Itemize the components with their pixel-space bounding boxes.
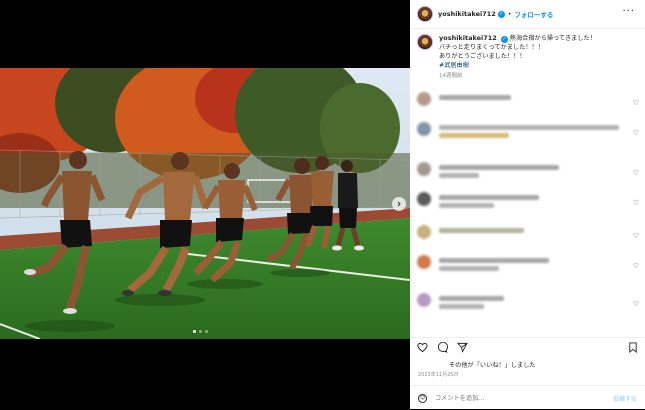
comment-item: ♡ [417,162,642,182]
header-separator: • [507,10,512,18]
heart-icon[interactable]: ♡ [633,199,639,207]
verified-badge-icon: ✓ [500,36,508,43]
comment-item: ♡ [417,192,642,212]
blurred-comment [439,133,509,138]
comment-item: ♡ [417,225,642,245]
blurred-comment [439,125,619,130]
bookmark-icon[interactable] [628,342,638,355]
avatar [417,162,431,176]
caption-line: 熱海合宿から帰ってきました！ [509,35,596,42]
blurred-comment [439,195,539,200]
post-side-panel: yoshikitakei712 ✓ • フォローする ··· yoshikita… [410,0,645,409]
heart-icon[interactable]: ♡ [633,300,639,308]
likes-summary[interactable]: その他が「いいね！」しました [449,360,536,369]
carousel-next-button[interactable] [392,197,406,211]
comment-item: ♡ [417,255,642,275]
blurred-comment [439,304,484,309]
blurred-comment [439,203,494,208]
carousel-indicator [193,330,208,333]
avatar[interactable] [417,34,433,50]
comment-item: ♡ [417,293,642,313]
likes-text: その他が「いいね！」しました [449,362,536,369]
avatar [417,122,431,136]
heart-icon[interactable] [417,342,428,355]
emoji-icon[interactable]: ☺ [418,393,427,403]
verified-badge-icon: ✓ [497,10,505,18]
avatar[interactable] [417,6,433,22]
comment-item: ♡ [417,122,642,142]
blurred-comment [439,296,504,301]
heart-icon[interactable]: ♡ [633,262,639,270]
username-link[interactable]: yoshikitakei712 [438,10,496,18]
post-media [0,0,410,409]
caption-line: バチっと走りまくってかました！！！ [439,44,544,51]
follow-button[interactable]: フォローする [514,9,553,19]
blurred-comment [439,228,524,233]
heart-icon[interactable]: ♡ [633,232,639,240]
comment-input[interactable] [433,393,587,403]
caption-username[interactable]: yoshikitakei712 [439,34,497,42]
caption-age: 14週間前 [439,73,463,79]
add-comment-bar: ☺ 投稿する [410,385,645,410]
hashtag-link[interactable]: #武居由樹 [439,61,596,70]
avatar [417,192,431,206]
post-comment-button[interactable]: 投稿する [613,394,637,403]
caption-line: ありがとうございました！！！ [439,53,526,60]
heart-icon[interactable]: ♡ [633,99,639,107]
carousel-dot [199,330,202,333]
blurred-comment [439,258,549,263]
post-header: yoshikitakei712 ✓ • フォローする ··· [410,0,645,29]
comment-icon[interactable] [437,341,449,355]
post-date[interactable]: 2023年11月25日 [418,371,458,378]
heart-icon[interactable]: ♡ [633,169,639,177]
avatar [417,92,431,106]
carousel-dot [193,330,196,333]
post-actions [410,337,645,356]
blurred-comment [439,95,511,100]
avatar [417,293,431,307]
avatar [417,255,431,269]
blurred-comment [439,165,559,170]
blurred-comment [439,266,499,271]
chevron-right-icon [397,201,401,207]
carousel-dot [205,330,208,333]
share-icon[interactable] [456,342,468,355]
comment-item: ♡ [417,92,642,112]
blurred-comment [439,173,479,178]
heart-icon[interactable]: ♡ [633,129,639,137]
training-run-photo [0,68,410,339]
avatar [417,225,431,239]
more-options-icon[interactable]: ··· [622,7,635,17]
post-photo [0,68,410,339]
post-caption: yoshikitakei712 ✓ 熱海合宿から帰ってきました！ バチっと走りま… [417,34,637,81]
